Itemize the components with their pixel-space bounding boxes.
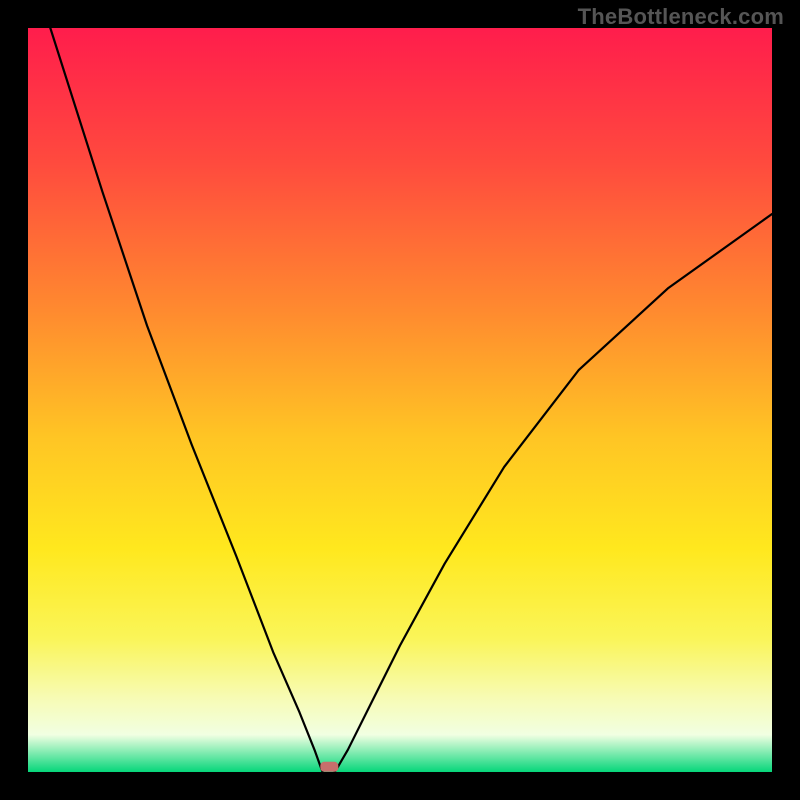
minimum-marker bbox=[320, 762, 338, 772]
chart-frame: TheBottleneck.com bbox=[0, 0, 800, 800]
curve-layer bbox=[28, 28, 772, 772]
curve-right bbox=[335, 214, 772, 772]
watermark-text: TheBottleneck.com bbox=[578, 4, 784, 30]
curve-left bbox=[50, 28, 322, 772]
plot-area bbox=[28, 28, 772, 772]
